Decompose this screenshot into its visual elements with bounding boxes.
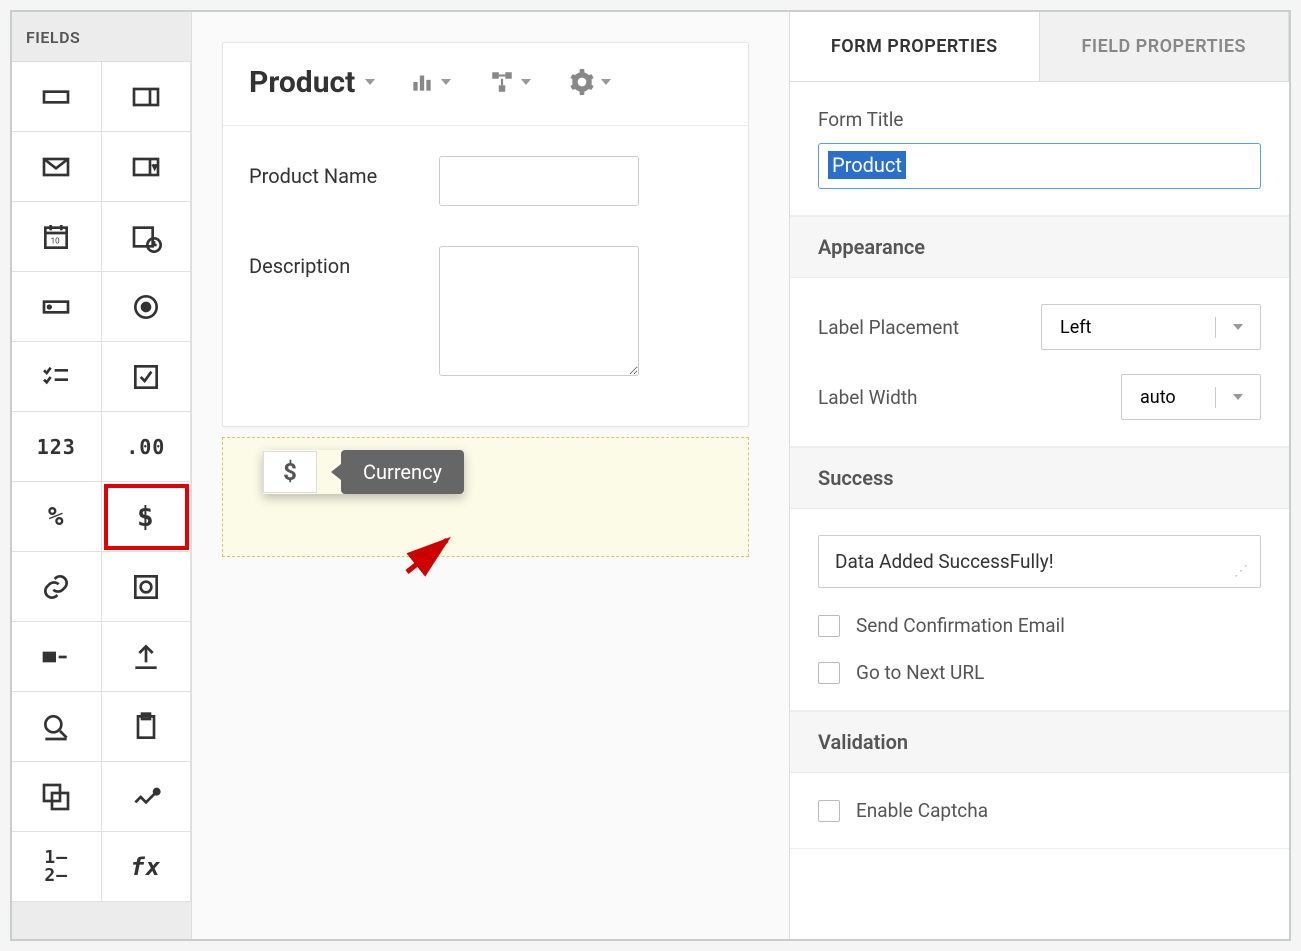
dollar-icon: $ <box>263 451 317 493</box>
multiselect-icon[interactable] <box>12 342 102 412</box>
workflow-button[interactable] <box>485 63 535 101</box>
chevron-down-icon <box>365 79 375 85</box>
form-fields-area: Product Name Description <box>223 126 748 426</box>
description-textarea[interactable] <box>439 246 639 376</box>
enable-captcha-checkbox[interactable] <box>818 800 840 822</box>
fields-header: FIELDS <box>12 12 191 62</box>
form-name-label: Product <box>249 65 355 100</box>
settings-button[interactable] <box>565 63 615 101</box>
properties-panel: FORM PROPERTIES FIELD PROPERTIES Form Ti… <box>789 12 1289 939</box>
form-title-section: Form Title Product <box>790 82 1289 216</box>
goto-next-url-label: Go to Next URL <box>856 661 984 684</box>
formula-icon[interactable]: fx <box>102 832 192 902</box>
field-label: Product Name <box>249 156 419 188</box>
chevron-down-icon <box>1233 394 1243 400</box>
field-row-product-name[interactable]: Product Name <box>249 156 722 206</box>
form-title-label: Form Title <box>818 108 1261 131</box>
tab-form-properties[interactable]: FORM PROPERTIES <box>790 12 1040 81</box>
label-width-select[interactable]: auto <box>1121 374 1261 420</box>
decimal-icon[interactable]: .00 <box>102 412 192 482</box>
chevron-down-icon <box>1233 324 1243 330</box>
chevron-down-icon <box>441 79 451 85</box>
url-link-icon[interactable] <box>12 552 102 622</box>
fields-palette: 10 123 .00 % $ 1—2— fx <box>12 62 191 902</box>
workflow-icon <box>489 69 515 95</box>
drag-tooltip: Currency <box>331 450 464 494</box>
gear-icon <box>569 69 595 95</box>
canvas-toolbar: Product <box>223 43 748 126</box>
fields-sidebar: FIELDS 10 123 .00 % $ 1—2— fx <box>12 12 192 939</box>
decision-icon[interactable] <box>12 622 102 692</box>
validation-section: Enable Captcha <box>790 773 1289 849</box>
date-icon[interactable]: 10 <box>12 202 102 272</box>
chevron-down-icon <box>601 79 611 85</box>
resize-grip-icon: ⋰ <box>1234 563 1250 579</box>
search-icon[interactable] <box>12 692 102 762</box>
autonumber-icon[interactable]: 1—2— <box>12 832 102 902</box>
percent-icon[interactable]: % <box>12 482 102 552</box>
validation-header: Validation <box>790 711 1289 773</box>
clipboard-icon[interactable] <box>102 692 192 762</box>
form-name-dropdown[interactable]: Product <box>249 65 375 100</box>
appearance-section: Label Placement Left Label Width auto <box>790 278 1289 447</box>
enable-captcha-label: Enable Captcha <box>856 799 988 822</box>
send-confirmation-checkbox[interactable] <box>818 615 840 637</box>
upload-icon[interactable] <box>102 622 192 692</box>
single-line-icon[interactable] <box>12 62 102 132</box>
chevron-down-icon <box>521 79 531 85</box>
goto-next-url-checkbox[interactable] <box>818 662 840 684</box>
success-message-textarea[interactable]: Data Added SuccessFully! ⋰ <box>818 535 1261 588</box>
dropdown-icon[interactable] <box>102 132 192 202</box>
label-width-label: Label Width <box>818 386 918 409</box>
send-confirmation-label: Send Confirmation Email <box>856 614 1065 637</box>
email-icon[interactable] <box>12 132 102 202</box>
drop-zone[interactable]: $ Currency <box>222 437 749 557</box>
field-label: Description <box>249 246 419 278</box>
success-section: Data Added SuccessFully! ⋰ Send Confirma… <box>790 509 1289 711</box>
image-icon[interactable] <box>102 552 192 622</box>
reports-button[interactable] <box>405 63 455 101</box>
multi-line-icon[interactable] <box>102 62 192 132</box>
svg-text:10: 10 <box>51 236 60 245</box>
datetime-icon[interactable] <box>102 202 192 272</box>
label-placement-select[interactable]: Left <box>1041 304 1261 350</box>
field-row-description[interactable]: Description <box>249 246 722 376</box>
number-icon[interactable]: 123 <box>12 412 102 482</box>
signature-icon[interactable] <box>102 762 192 832</box>
form-canvas: Product Product Name <box>192 12 789 939</box>
form-builder-app: FIELDS 10 123 .00 % $ 1—2— fx <box>10 10 1291 941</box>
currency-drag-chip[interactable]: $ Currency <box>263 450 464 494</box>
properties-tabs: FORM PROPERTIES FIELD PROPERTIES <box>790 12 1289 82</box>
product-name-input[interactable] <box>439 156 639 206</box>
currency-icon[interactable]: $ <box>102 482 192 552</box>
label-placement-label: Label Placement <box>818 316 959 339</box>
success-header: Success <box>790 447 1289 509</box>
subform-icon[interactable] <box>12 762 102 832</box>
radio-icon[interactable] <box>102 272 192 342</box>
checkbox-icon[interactable] <box>102 342 192 412</box>
appearance-header: Appearance <box>790 216 1289 278</box>
bar-chart-icon <box>409 69 435 95</box>
lookup-icon[interactable] <box>12 272 102 342</box>
selected-text-overlay: Product <box>828 151 906 179</box>
form-card: Product Product Name <box>222 42 749 427</box>
tab-field-properties[interactable]: FIELD PROPERTIES <box>1040 12 1290 81</box>
